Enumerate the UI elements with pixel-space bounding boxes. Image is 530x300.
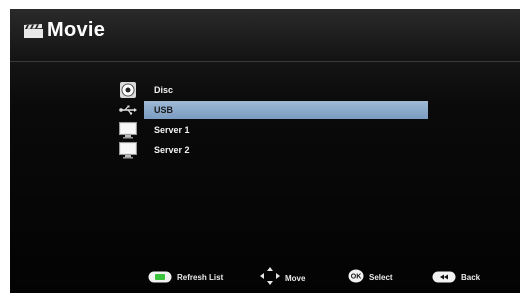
server-icon	[118, 141, 137, 159]
ok-button-icon: OK	[348, 269, 364, 283]
list-item-usb[interactable]: USB	[118, 100, 428, 120]
list-item-server-2[interactable]: Server 2	[118, 140, 420, 160]
back-hint[interactable]: Back	[432, 271, 480, 283]
refresh-list-label: Refresh List	[177, 272, 224, 282]
svg-text:OK: OK	[351, 274, 362, 281]
movie-screen: Movie Disc USB Server 1 Server 2 Refresh…	[10, 9, 520, 293]
dpad-arrows-icon	[260, 267, 280, 285]
clapperboard-icon	[24, 23, 43, 38]
page-title: Movie	[47, 19, 106, 41]
server-icon	[118, 121, 137, 139]
page-title-group: Movie	[24, 19, 105, 42]
move-hint: Move	[260, 267, 306, 285]
disc-icon	[118, 81, 137, 99]
move-label: Move	[285, 273, 306, 283]
back-button-icon	[432, 271, 456, 283]
list-item-label: Server 2	[154, 145, 190, 155]
usb-icon	[118, 101, 137, 119]
key-guide-bar: Refresh List Move OK Select Back	[10, 267, 520, 289]
list-item-server-1[interactable]: Server 1	[118, 120, 420, 140]
source-list: Disc USB Server 1 Server 2	[118, 80, 428, 160]
select-label: Select	[369, 272, 393, 282]
green-button-icon	[148, 271, 172, 283]
list-item-disc[interactable]: Disc	[118, 80, 420, 100]
selection-highlight	[144, 101, 428, 119]
refresh-list-hint[interactable]: Refresh List	[148, 271, 223, 283]
header-divider	[10, 61, 520, 62]
back-label: Back	[461, 272, 481, 282]
select-hint[interactable]: OK Select	[348, 269, 393, 283]
list-item-label: USB	[154, 105, 174, 115]
list-item-label: Disc	[154, 85, 174, 95]
list-item-label: Server 1	[154, 125, 190, 135]
header-bar: Movie	[10, 9, 520, 59]
